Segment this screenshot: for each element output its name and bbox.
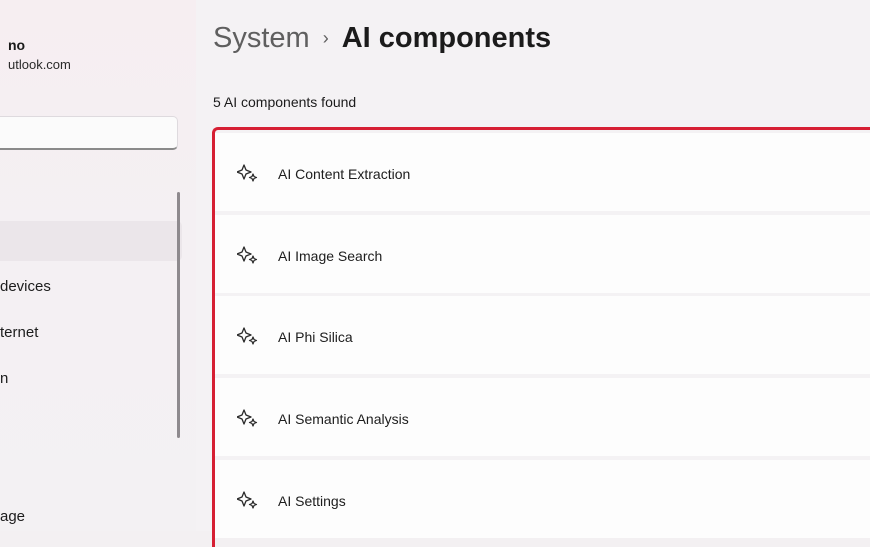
- component-row-image-search[interactable]: AI Image Search: [215, 215, 870, 293]
- breadcrumb-system-link[interactable]: System: [213, 22, 310, 54]
- settings-search-input[interactable]: [0, 116, 178, 150]
- user-name: no: [8, 37, 26, 53]
- component-label: AI Semantic Analysis: [278, 411, 409, 427]
- sidebar: no utlook.com devices ternet n age: [0, 0, 196, 531]
- component-row-phi-silica[interactable]: AI Phi Silica: [215, 296, 870, 374]
- sparkle-icon: [237, 327, 258, 345]
- component-row-ai-settings[interactable]: AI Settings: [215, 460, 870, 538]
- sidebar-item-network-internet[interactable]: ternet: [0, 324, 38, 341]
- sparkle-icon: [237, 491, 258, 509]
- sidebar-item-language[interactable]: age: [0, 508, 25, 525]
- sparkle-icon: [237, 246, 258, 264]
- sidebar-item-devices[interactable]: devices: [0, 278, 51, 295]
- sidebar-item-selected[interactable]: [0, 221, 182, 261]
- components-found-count: 5 AI components found: [213, 94, 357, 110]
- sidebar-item-personalization[interactable]: n: [0, 370, 8, 387]
- component-row-content-extraction[interactable]: AI Content Extraction: [215, 133, 870, 211]
- user-email: utlook.com: [8, 57, 71, 72]
- page-title: AI components: [341, 22, 552, 54]
- main-content: System › AI components 5 AI components fou…: [196, 0, 870, 547]
- breadcrumb: System › AI components: [213, 22, 551, 55]
- component-row-semantic-analysis[interactable]: AI Semantic Analysis: [215, 378, 870, 456]
- component-label: AI Settings: [278, 493, 346, 509]
- sparkle-icon: [237, 409, 258, 427]
- sparkle-icon: [237, 164, 258, 182]
- component-label: AI Image Search: [278, 248, 383, 264]
- breadcrumb-separator-icon: ›: [322, 28, 329, 48]
- component-label: AI Content Extraction: [278, 166, 411, 182]
- component-label: AI Phi Silica: [278, 329, 353, 345]
- sidebar-scrollbar[interactable]: [177, 192, 180, 438]
